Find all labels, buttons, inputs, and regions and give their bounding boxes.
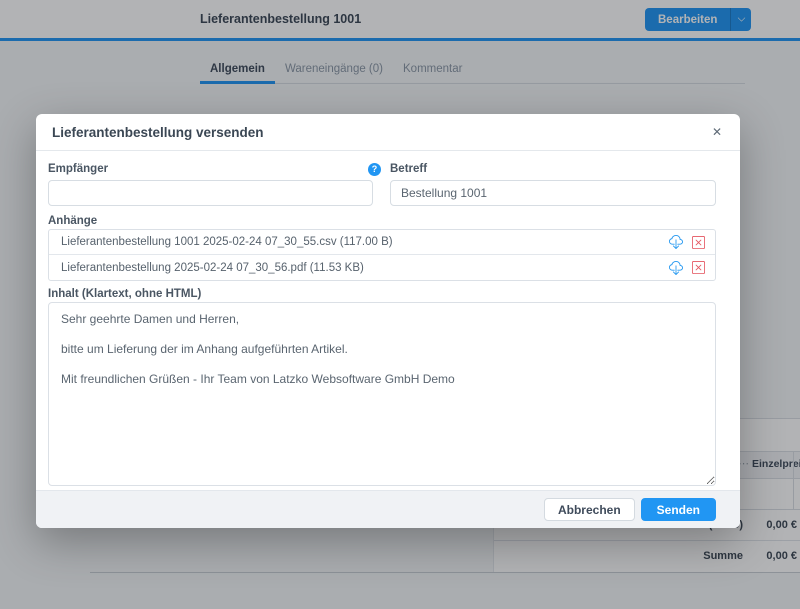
delete-x-square-icon[interactable] [689,259,707,277]
cloud-download-icon[interactable] [667,233,685,251]
betreff-input[interactable] [390,180,716,206]
content-textarea[interactable]: Sehr geehrte Damen und Herren, bitte um … [48,302,716,486]
betreff-label: Betreff [390,163,427,175]
send-button[interactable]: Senden [641,498,716,521]
info-icon[interactable]: ? [368,163,381,176]
attachment-row: Lieferantenbestellung 2025-02-24 07_30_5… [49,255,715,280]
modal-title: Lieferantenbestellung versenden [52,114,264,151]
cloud-download-icon[interactable] [667,259,685,277]
empfaenger-label: Empfänger [48,163,108,175]
close-icon[interactable]: ✕ [708,114,726,151]
attachment-row: Lieferantenbestellung 1001 2025-02-24 07… [49,230,715,255]
modal-footer: Abbrechen Senden [36,490,740,528]
delete-x-square-icon[interactable] [689,233,707,251]
send-order-modal: Lieferantenbestellung versenden ✕ Empfän… [36,114,740,528]
attachment-list: Lieferantenbestellung 1001 2025-02-24 07… [48,229,716,281]
inhalt-label: Inhalt (Klartext, ohne HTML) [48,288,201,300]
empfaenger-input[interactable] [48,180,373,206]
cancel-button[interactable]: Abbrechen [544,498,635,521]
attachment-name: Lieferantenbestellung 2025-02-24 07_30_5… [61,262,667,274]
attachment-name: Lieferantenbestellung 1001 2025-02-24 07… [61,236,667,248]
modal-header: Lieferantenbestellung versenden ✕ [36,114,740,151]
screen: Lieferantenbestellung 1001 Bearbeiten Al… [0,0,800,609]
anhaenge-label: Anhänge [48,215,97,227]
